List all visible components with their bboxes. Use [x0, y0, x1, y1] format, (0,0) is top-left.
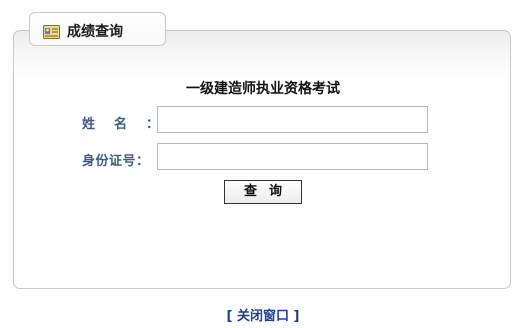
score-query-tab: 成绩查询	[29, 12, 166, 46]
name-label-text: 姓名	[82, 117, 147, 132]
exam-heading: 一级建造师执业资格考试	[186, 81, 340, 97]
name-input[interactable]	[157, 106, 428, 133]
id-number-label: 身份证号：	[82, 154, 150, 169]
name-label: 姓名：	[82, 113, 159, 132]
tab-title: 成绩查询	[67, 24, 123, 40]
close-window-link[interactable]: [ 关闭窗口 ]	[0, 305, 526, 324]
score-query-page: 成绩查询 一级建造师执业资格考试 姓名： 身份证号： 查询 [ 关闭窗口 ]	[0, 0, 526, 328]
id-number-input[interactable]	[157, 143, 428, 170]
id-card-icon	[43, 24, 60, 39]
query-button[interactable]: 查询	[224, 180, 302, 204]
